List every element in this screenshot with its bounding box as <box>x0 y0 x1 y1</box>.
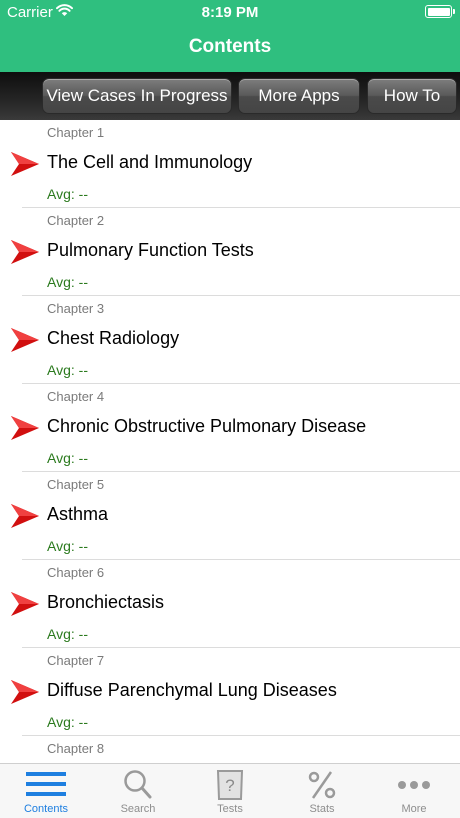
chapter-row-7[interactable]: Chapter 7 Diffuse Parenchymal Lung Disea… <box>0 648 460 736</box>
page-title: Contents <box>188 36 272 57</box>
list-icon <box>26 772 66 796</box>
status-time: 8:19 PM <box>201 4 259 21</box>
chapter-number: Chapter 7 <box>47 653 105 668</box>
header: Carrier 8:19 PM Contents <box>0 0 460 72</box>
tab-more[interactable]: More <box>368 764 460 818</box>
tab-stats[interactable]: Stats <box>276 764 368 818</box>
tab-contents[interactable]: Contents <box>0 764 92 818</box>
chapter-avg: Avg: -- <box>47 450 88 466</box>
chapter-avg: Avg: -- <box>47 714 88 730</box>
red-arrow-icon <box>11 680 39 704</box>
battery-icon <box>425 5 455 18</box>
tab-tests[interactable]: ? Tests <box>184 764 276 818</box>
tab-label: Stats <box>309 803 335 815</box>
chapter-title: Chronic Obstructive Pulmonary Disease <box>47 416 367 436</box>
percent-icon <box>308 771 336 799</box>
chapter-avg: Avg: -- <box>47 274 88 290</box>
svg-text:?: ? <box>225 776 234 795</box>
tab-search[interactable]: Search <box>92 764 184 818</box>
chapter-number: Chapter 8 <box>47 741 105 756</box>
chapter-number: Chapter 4 <box>47 389 105 404</box>
chapter-avg: Avg: -- <box>47 538 88 554</box>
chapter-avg: Avg: -- <box>47 186 88 202</box>
chapter-number: Chapter 2 <box>47 213 105 228</box>
tab-label: More <box>401 803 427 815</box>
chapter-avg: Avg: -- <box>47 362 88 378</box>
red-arrow-icon <box>11 504 39 528</box>
tab-label: Tests <box>217 803 243 815</box>
chapter-number: Chapter 1 <box>47 125 105 140</box>
red-arrow-icon <box>11 240 39 264</box>
chapter-title: Bronchiectasis <box>47 592 165 612</box>
chapter-number: Chapter 6 <box>47 565 105 580</box>
more-apps-button[interactable]: More Apps <box>238 78 360 114</box>
chapter-row-2[interactable]: Chapter 2 Pulmonary Function Tests Avg: … <box>0 208 460 296</box>
chapter-number: Chapter 5 <box>47 477 105 492</box>
chapter-row-1[interactable]: Chapter 1 The Cell and Immunology Avg: -… <box>0 120 460 208</box>
toolbar: View Cases In Progress More Apps How To <box>0 72 460 120</box>
view-cases-button[interactable]: View Cases In Progress <box>42 78 232 114</box>
how-to-button[interactable]: How To <box>367 78 457 114</box>
chapter-title: Diffuse Parenchymal Lung Diseases <box>47 680 337 700</box>
red-arrow-icon <box>11 416 39 440</box>
chapter-title: Chest Radiology <box>47 328 180 348</box>
red-arrow-icon <box>11 328 39 352</box>
ellipsis-icon <box>398 781 430 789</box>
red-arrow-icon <box>11 592 39 616</box>
tab-label: Search <box>120 803 156 815</box>
chapter-list[interactable]: Chapter 1 The Cell and Immunology Avg: -… <box>0 120 460 763</box>
chapter-row-5[interactable]: Chapter 5 Asthma Avg: -- <box>0 472 460 560</box>
chapter-row-8[interactable]: Chapter 8 <box>0 736 460 763</box>
chapter-number: Chapter 3 <box>47 301 105 316</box>
chapter-title: Pulmonary Function Tests <box>47 240 254 260</box>
tab-bar: Contents Search ? Tests Stats More <box>0 763 460 818</box>
chapter-row-3[interactable]: Chapter 3 Chest Radiology Avg: -- <box>0 296 460 384</box>
question-paper-icon: ? <box>216 770 244 800</box>
chapter-row-4[interactable]: Chapter 4 Chronic Obstructive Pulmonary … <box>0 384 460 472</box>
chapter-title: Asthma <box>47 504 109 524</box>
red-arrow-icon <box>11 152 39 176</box>
chapter-avg: Avg: -- <box>47 626 88 642</box>
status-bar: Carrier 8:19 PM <box>0 0 460 24</box>
chapter-row-6[interactable]: Chapter 6 Bronchiectasis Avg: -- <box>0 560 460 648</box>
magnifier-icon <box>124 770 152 799</box>
tab-label: Contents <box>23 803 69 815</box>
chapter-title: The Cell and Immunology <box>47 152 253 172</box>
